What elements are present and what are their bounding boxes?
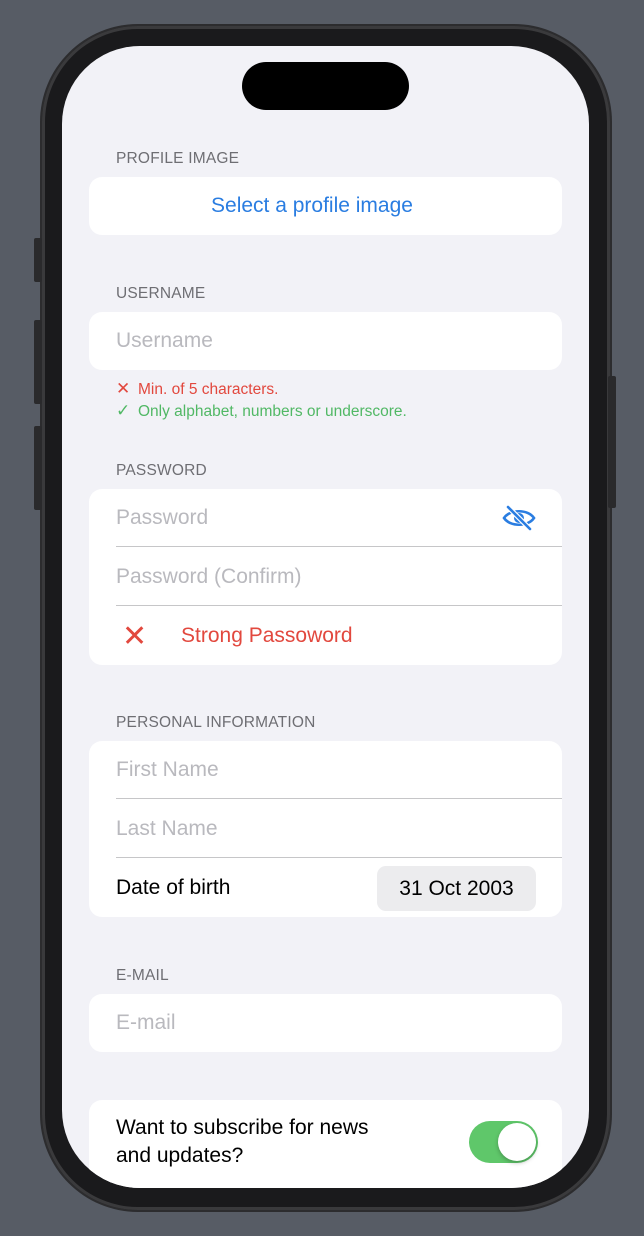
email-placeholder: E-mail xyxy=(116,1011,176,1034)
email-input[interactable]: E-mail xyxy=(116,994,562,1052)
rule-text: Only alphabet, numbers or underscore. xyxy=(138,403,407,420)
personal-info-header: PERSONAL INFORMATION xyxy=(116,714,316,731)
email-header: E-MAIL xyxy=(116,967,169,984)
cross-icon: ✕ xyxy=(116,379,131,398)
strength-cross-icon: ✕ xyxy=(122,619,148,653)
last-name-placeholder: Last Name xyxy=(116,817,218,840)
username-card: Username xyxy=(89,312,562,370)
date-of-birth-row: Date of birth 31 Oct 2003 xyxy=(116,859,562,917)
select-profile-image-button[interactable]: Select a profile image xyxy=(116,177,562,235)
username-input[interactable]: Username xyxy=(116,312,562,370)
checkmark-icon: ✓ xyxy=(116,401,131,420)
subscribe-label-line1: Want to subscribe for news xyxy=(116,1116,369,1139)
date-of-birth-picker[interactable]: 31 Oct 2003 xyxy=(377,866,536,911)
toggle-knob xyxy=(498,1123,536,1161)
date-of-birth-label: Date of birth xyxy=(116,876,231,899)
select-profile-image-label: Select a profile image xyxy=(211,194,413,217)
subscribe-label-line2: and updates? xyxy=(116,1144,244,1167)
password-strength-label: Strong Passoword xyxy=(181,624,353,647)
password-placeholder: Password xyxy=(116,506,209,529)
subscribe-card: Want to subscribe for news and updates? xyxy=(89,1100,562,1188)
first-name-input[interactable]: First Name xyxy=(116,741,562,799)
profile-image-header: PROFILE IMAGE xyxy=(116,150,240,167)
app-screen: PROFILE IMAGE Select a profile image USE… xyxy=(62,46,589,1188)
username-header: USERNAME xyxy=(116,285,206,302)
email-card: E-mail xyxy=(89,994,562,1052)
volume-up-button xyxy=(34,320,42,404)
min-length-rule: ✕ Min. of 5 characters. xyxy=(116,378,407,400)
username-placeholder: Username xyxy=(116,329,213,352)
password-confirm-input[interactable]: Password (Confirm) xyxy=(116,548,562,606)
password-confirm-placeholder: Password (Confirm) xyxy=(116,565,302,588)
dynamic-island xyxy=(242,62,409,110)
power-button xyxy=(608,376,616,508)
charset-rule: ✓ Only alphabet, numbers or underscore. xyxy=(116,400,407,422)
subscribe-label: Want to subscribe for news and updates? xyxy=(116,1114,369,1170)
profile-image-card: Select a profile image xyxy=(89,177,562,235)
eye-slash-icon[interactable] xyxy=(502,504,536,532)
first-name-placeholder: First Name xyxy=(116,758,219,781)
action-button xyxy=(34,238,42,282)
personal-info-card: First Name Last Name Date of birth 31 Oc… xyxy=(89,741,562,917)
rule-text: Min. of 5 characters. xyxy=(138,381,279,398)
username-validation: ✕ Min. of 5 characters. ✓ Only alphabet, n… xyxy=(116,378,407,422)
password-strength-row: ✕ Strong Passoword xyxy=(116,607,562,665)
password-header: PASSWORD xyxy=(116,462,207,479)
last-name-input[interactable]: Last Name xyxy=(116,800,562,858)
password-input[interactable]: Password xyxy=(116,489,562,547)
password-card: Password Password (Confirm) ✕ Strong Pas… xyxy=(89,489,562,665)
volume-down-button xyxy=(34,426,42,510)
subscribe-toggle[interactable] xyxy=(469,1121,538,1163)
